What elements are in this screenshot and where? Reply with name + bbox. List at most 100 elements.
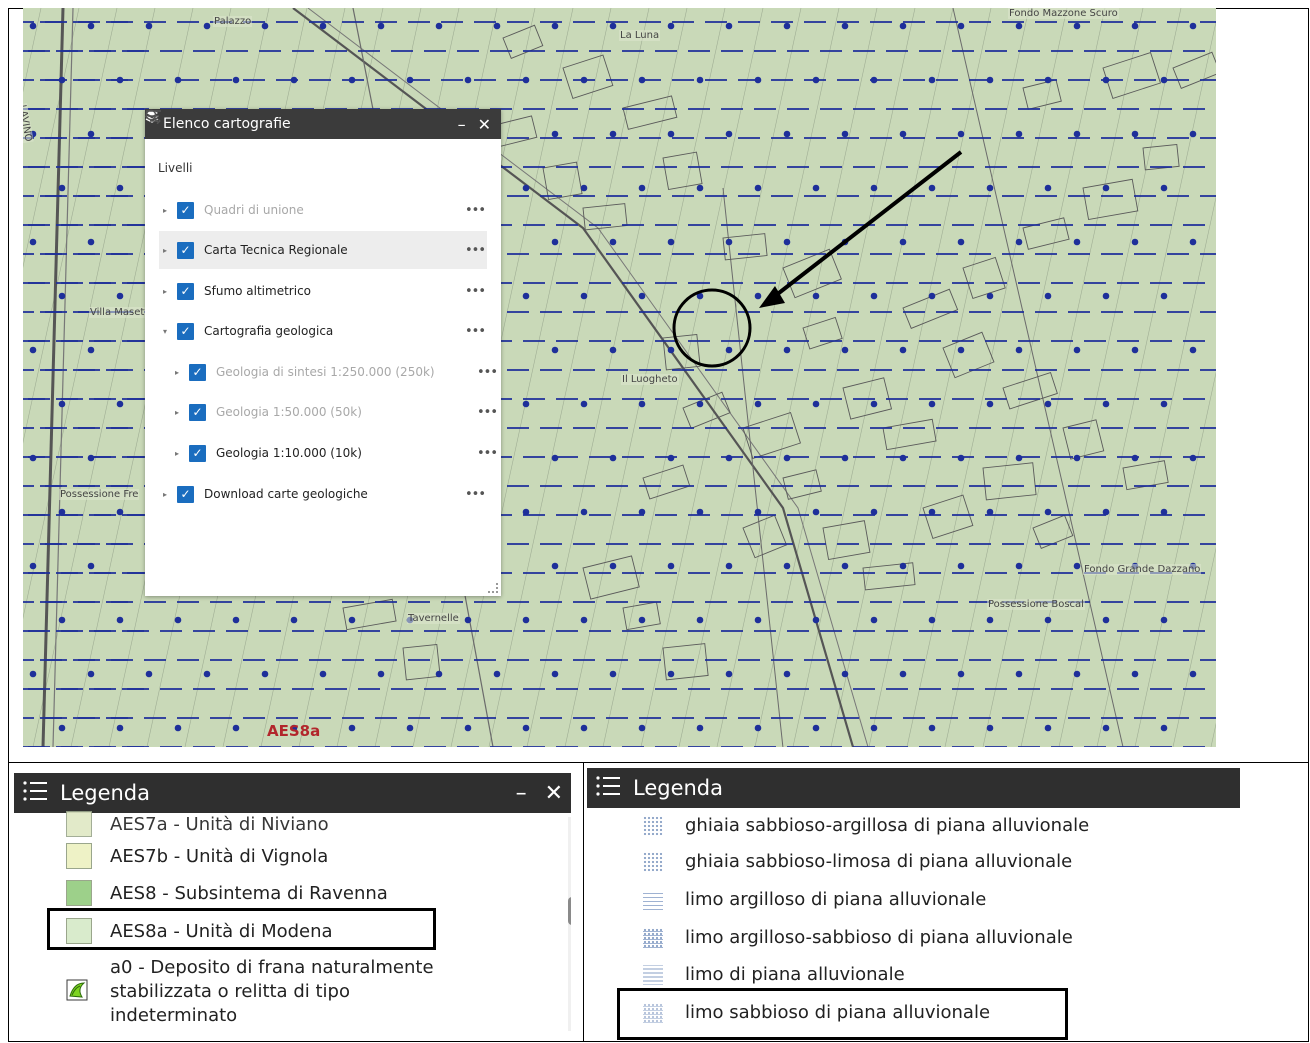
minimize-button[interactable]: – — [516, 781, 527, 806]
layer-label: Quadri di unione — [204, 203, 304, 217]
minimize-button[interactable]: – — [458, 115, 466, 134]
geological-map[interactable]: Palazzo La Luna Fondo Mazzone Scuro Vill… — [23, 8, 1216, 747]
legend-panel-left: Legenda – ✕ AES7a - Unità di Niviano AES… — [14, 773, 571, 1035]
legend-item-label-line: a0 - Deposito di frana naturalmente — [110, 957, 434, 978]
layer-checkbox[interactable]: ✓ — [189, 363, 206, 381]
layer-label: Geologia di sintesi 1:250.000 (250k) — [216, 365, 435, 379]
layer-checkbox[interactable]: ✓ — [189, 444, 206, 462]
map-place-label: Tavernelle — [407, 613, 460, 624]
legend-title: Legenda — [60, 781, 151, 805]
map-place-label: Fondo Grande Dazzano — [1083, 564, 1202, 575]
legend-item-label: AES7a - Unità di Niviano — [110, 813, 329, 835]
layer-row[interactable]: ▸ ✓ Geologia 1:50.000 (50k) ••• — [159, 393, 499, 431]
close-button[interactable]: ✕ — [545, 781, 563, 806]
legend-title: Legenda — [633, 776, 724, 800]
layer-row[interactable]: ▾ ✓ Cartografia geologica ••• — [159, 312, 487, 350]
map-place-label: Villa Masetti — [89, 307, 153, 318]
layer-checkbox[interactable]: ✓ — [177, 322, 194, 340]
more-icon[interactable]: ••• — [463, 203, 487, 218]
legend-item-label: limo argilloso di piana alluvionale — [685, 889, 987, 910]
more-icon[interactable]: ••• — [463, 243, 487, 258]
more-icon[interactable]: ••• — [463, 324, 487, 339]
legend-item: AES7b - Unità di Vignola — [66, 843, 328, 869]
more-icon[interactable]: ••• — [475, 405, 499, 420]
layer-checkbox[interactable]: ✓ — [177, 201, 194, 219]
sediment-pattern-icon — [643, 815, 663, 836]
layer-label: Carta Tecnica Regionale — [204, 243, 348, 257]
expand-icon[interactable]: ▸ — [159, 246, 171, 255]
layer-label: Cartografia geologica — [204, 324, 334, 338]
layer-list-panel: Elenco cartografie – ✕ Livelli ▸ ✓ Quadri … — [145, 109, 501, 596]
expand-icon[interactable]: ▸ — [159, 490, 171, 499]
layer-row[interactable]: ▸ ✓ Carta Tecnica Regionale ••• — [159, 231, 487, 269]
unit-code-label: AES8a — [267, 722, 321, 740]
layer-toolbar: Livelli — [145, 109, 501, 197]
legend-list-icon — [22, 779, 48, 808]
more-icon[interactable]: ••• — [463, 284, 487, 299]
legend-item-label: limo di piana alluvionale — [685, 964, 905, 985]
map-place-label: Il Luogheto — [621, 374, 679, 385]
more-icon[interactable]: ••• — [475, 446, 499, 461]
collapse-icon[interactable]: ▾ — [159, 327, 171, 336]
map-place-label: La Luna — [619, 30, 661, 41]
legend-list-icon — [595, 774, 621, 803]
legend-item-label: AES8 - Subsintema di Ravenna — [110, 882, 388, 904]
layer-label: Download carte geologiche — [204, 487, 368, 501]
layer-label: Geologia 1:50.000 (50k) — [216, 405, 362, 419]
layer-row[interactable]: ▸ ✓ Geologia di sintesi 1:250.000 (250k) ••… — [159, 353, 499, 391]
layer-checkbox[interactable]: ✓ — [177, 485, 194, 503]
legend-item: limo di piana alluvionale — [643, 964, 905, 985]
legend-item-label-line: indeterminato — [110, 1005, 238, 1026]
legend-item-label: ghiaia sabbioso-limosa di piana alluvion… — [685, 851, 1073, 872]
more-icon[interactable]: ••• — [463, 487, 487, 502]
section-label: Livelli — [158, 161, 193, 175]
sediment-pattern-icon — [643, 927, 663, 948]
sediment-pattern-icon — [643, 851, 663, 872]
layer-label: Sfumo altimetrico — [204, 284, 312, 298]
map-place-label: Possessione Fre — [59, 489, 140, 500]
legend-item-label: limo argilloso-sabbioso di piana alluvio… — [685, 927, 1073, 948]
layer-row[interactable]: ▸ ✓ Download carte geologiche ••• — [159, 475, 487, 513]
highlight-box — [617, 988, 1068, 1040]
legend-item: a0 - Deposito di frana naturalmente stab… — [66, 956, 434, 1028]
expand-icon[interactable]: ▸ — [171, 368, 183, 377]
map-place-label: Fondo Mazzone Scuro — [1008, 8, 1119, 19]
legend-header: Legenda — [587, 768, 1240, 808]
layer-checkbox[interactable]: ✓ — [177, 241, 194, 259]
expand-icon[interactable]: ▸ — [159, 287, 171, 296]
legend-swatch — [66, 811, 92, 837]
layer-row[interactable]: ▸ ✓ Sfumo altimetrico ••• — [159, 272, 487, 310]
legend-item: limo argilloso-sabbioso di piana alluvio… — [643, 927, 1073, 948]
layer-checkbox[interactable]: ✓ — [177, 282, 194, 300]
layer-label: Geologia 1:10.000 (10k) — [216, 446, 362, 460]
layer-panel-title: Elenco cartografie — [163, 116, 291, 132]
layer-row[interactable]: ▸ ✓ Quadri di unione ••• — [159, 191, 487, 229]
layer-panel-header: Elenco cartografie – ✕ — [145, 109, 501, 139]
legend-header: Legenda – ✕ — [14, 773, 571, 813]
legend-item: limo argilloso di piana alluvionale — [643, 889, 986, 910]
sediment-pattern-icon — [643, 964, 663, 985]
more-icon[interactable]: ••• — [475, 365, 499, 380]
legend-item-label: AES7b - Unità di Vignola — [110, 845, 329, 867]
landslide-icon — [66, 979, 92, 1006]
scrollbar-thumb[interactable] — [568, 897, 571, 925]
sediment-pattern-icon — [643, 889, 663, 910]
layer-row[interactable]: ▸ ✓ Geologia 1:10.000 (10k) ••• — [159, 434, 499, 472]
divider-horizontal — [8, 762, 1309, 763]
legend-item: ghiaia sabbioso-argillosa di piana alluv… — [643, 815, 1089, 836]
legend-swatch — [66, 880, 92, 906]
legend-item: AES7a - Unità di Niviano — [66, 811, 329, 837]
layer-checkbox[interactable]: ✓ — [189, 403, 206, 421]
legend-item-label-line: stabilizzata o relitta di tipo — [110, 981, 350, 1002]
resize-handle[interactable] — [488, 583, 498, 593]
highlight-box — [47, 908, 436, 950]
expand-icon[interactable]: ▸ — [171, 449, 183, 458]
map-place-label: Palazzo — [213, 16, 253, 27]
expand-icon[interactable]: ▸ — [171, 408, 183, 417]
divider-vertical — [583, 763, 584, 1042]
legend-item: ghiaia sabbioso-limosa di piana alluvion… — [643, 851, 1072, 872]
expand-icon[interactable]: ▸ — [159, 206, 171, 215]
legend-swatch — [66, 843, 92, 869]
close-button[interactable]: ✕ — [478, 115, 491, 134]
legend-item: AES8 - Subsintema di Ravenna — [66, 880, 388, 906]
